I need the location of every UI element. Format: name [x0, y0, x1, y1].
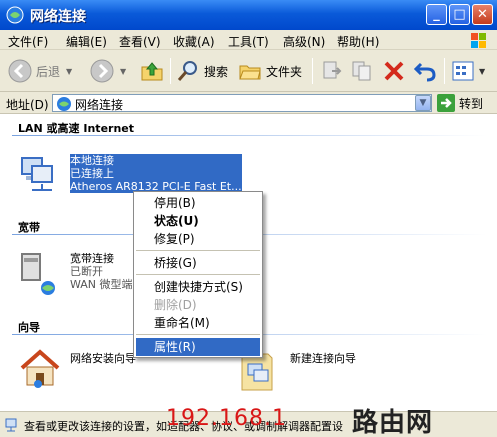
forward-arrow-icon: [90, 59, 114, 83]
back-dropdown-icon[interactable]: ▼: [66, 67, 72, 76]
undo-button[interactable]: [413, 56, 437, 86]
broadband-connection-item[interactable]: 宽带连接 已断开 WAN 微型端: [18, 252, 138, 295]
folders-icon: [239, 65, 261, 80]
copy-to-button[interactable]: [350, 56, 374, 86]
menu-tools[interactable]: 工具(T): [228, 33, 269, 50]
address-input[interactable]: 网络连接 ▼: [52, 94, 432, 112]
address-bar: 地址(D) 网络连接 ▼ 转到: [0, 92, 497, 114]
broadband-connection-icon: [21, 253, 55, 295]
toolbar-separator: [312, 58, 313, 84]
info-network-icon: [5, 418, 17, 432]
menu-item-status[interactable]: 状态(U): [136, 212, 260, 230]
search-icon: [177, 61, 197, 81]
menu-separator: [136, 334, 260, 335]
back-label: 后退: [36, 64, 61, 79]
network-setup-wizard-label: 网络安装向导: [70, 352, 136, 365]
search-button[interactable]: 搜索: [176, 56, 228, 86]
broadband-connection-name: 宽带连接: [70, 252, 114, 265]
context-menu: 停用(B) 状态(U) 修复(P) 桥接(G) 创建快捷方式(S) 删除(D) …: [133, 191, 263, 358]
watermark-brand: 路由网: [352, 408, 434, 437]
watermark: 192.168.1 路由网: [166, 406, 432, 437]
menu-bar: 文件(F) 编辑(E) 查看(V) 收藏(A) 工具(T) 高级(N) 帮助(H…: [0, 30, 497, 50]
menu-edit[interactable]: 编辑(E): [66, 33, 107, 50]
menu-separator: [136, 250, 260, 251]
window-title: 网络连接: [30, 9, 86, 25]
broadband-connection-device: WAN 微型端: [70, 278, 133, 291]
toolbar-separator: [444, 58, 445, 84]
menu-item-repair[interactable]: 修复(P): [136, 230, 260, 248]
menu-view[interactable]: 查看(V): [119, 33, 161, 50]
back-arrow-icon: [8, 59, 32, 83]
menu-item-create-shortcut[interactable]: 创建快捷方式(S): [136, 278, 260, 296]
move-to-button[interactable]: [320, 56, 344, 86]
menu-item-bridge[interactable]: 桥接(G): [136, 254, 260, 272]
new-connection-wizard-label: 新建连接向导: [290, 352, 356, 365]
title-bar: 网络连接 _ □ ✕: [0, 0, 497, 30]
undo-icon: [413, 62, 436, 82]
address-dropdown-icon[interactable]: ▼: [415, 95, 431, 111]
group-lan-title: LAN 或高速 Internet: [18, 122, 135, 135]
up-folder-button[interactable]: [140, 56, 164, 86]
search-label: 搜索: [204, 64, 229, 79]
menu-item-properties[interactable]: 属性(R): [136, 338, 260, 356]
address-value: 网络连接: [75, 98, 124, 112]
folders-button[interactable]: 文件夹: [238, 56, 302, 86]
copy-to-icon: [352, 61, 371, 81]
network-globe-icon: [57, 97, 71, 111]
close-button[interactable]: ✕: [472, 4, 493, 25]
local-connection-status: 已连接上: [70, 167, 114, 180]
move-to-icon: [323, 61, 342, 79]
menu-separator: [136, 274, 260, 275]
menu-file[interactable]: 文件(F): [8, 33, 48, 50]
up-folder-icon: [141, 62, 163, 81]
broadband-connection-status: 已断开: [70, 265, 103, 278]
folders-label: 文件夹: [266, 64, 303, 79]
forward-dropdown-icon[interactable]: ▼: [120, 67, 126, 76]
menu-help[interactable]: 帮助(H): [337, 33, 379, 50]
status-bar: 查看或更改该连接的设置，如适配器、协议、或调制解调器配置设 192.168.1 …: [0, 406, 497, 437]
local-connection-item[interactable]: 本地连接 已连接上 Atheros AR8132 PCI-E Fast Et..…: [18, 154, 242, 196]
delete-x-icon: [384, 61, 404, 81]
group-divider: [12, 135, 487, 136]
home-network-icon: [20, 349, 60, 388]
views-dropdown-icon[interactable]: ▼: [479, 67, 485, 76]
address-label: 地址(D): [6, 98, 49, 112]
network-connections-icon: [6, 6, 24, 24]
menu-advanced[interactable]: 高级(N): [283, 33, 325, 50]
menu-favorites[interactable]: 收藏(A): [173, 33, 215, 50]
maximize-button[interactable]: □: [449, 4, 470, 25]
group-wizard-title: 向导: [18, 321, 40, 334]
group-broadband-title: 宽带: [18, 221, 40, 234]
go-button[interactable]: 转到: [437, 94, 483, 112]
minimize-button[interactable]: _: [426, 4, 447, 25]
lan-connection-icon: [21, 157, 53, 191]
delete-button[interactable]: [382, 56, 406, 86]
menu-item-rename[interactable]: 重命名(M): [136, 314, 260, 332]
go-label: 转到: [459, 96, 484, 111]
go-arrow-icon: [437, 94, 455, 112]
toolbar-separator: [170, 58, 171, 84]
back-button[interactable]: 后退 ▼: [8, 56, 72, 86]
windows-logo-icon: [471, 33, 486, 48]
views-button[interactable]: ▼: [451, 56, 485, 86]
local-connection-name: 本地连接: [70, 154, 114, 167]
toolbar: 后退 ▼ ▼ 搜索 文件夹 ▼: [0, 50, 497, 92]
forward-button[interactable]: ▼: [90, 56, 126, 86]
watermark-ip: 192.168.1: [166, 406, 287, 431]
broadband-connection-text: 宽带连接 已断开 WAN 微型端: [70, 252, 133, 291]
menu-item-disable[interactable]: 停用(B): [136, 194, 260, 212]
local-connection-text: 本地连接 已连接上 Atheros AR8132 PCI-E Fast Et..…: [70, 154, 242, 193]
menu-item-delete: 删除(D): [154, 298, 197, 312]
views-grid-icon: [452, 61, 474, 81]
